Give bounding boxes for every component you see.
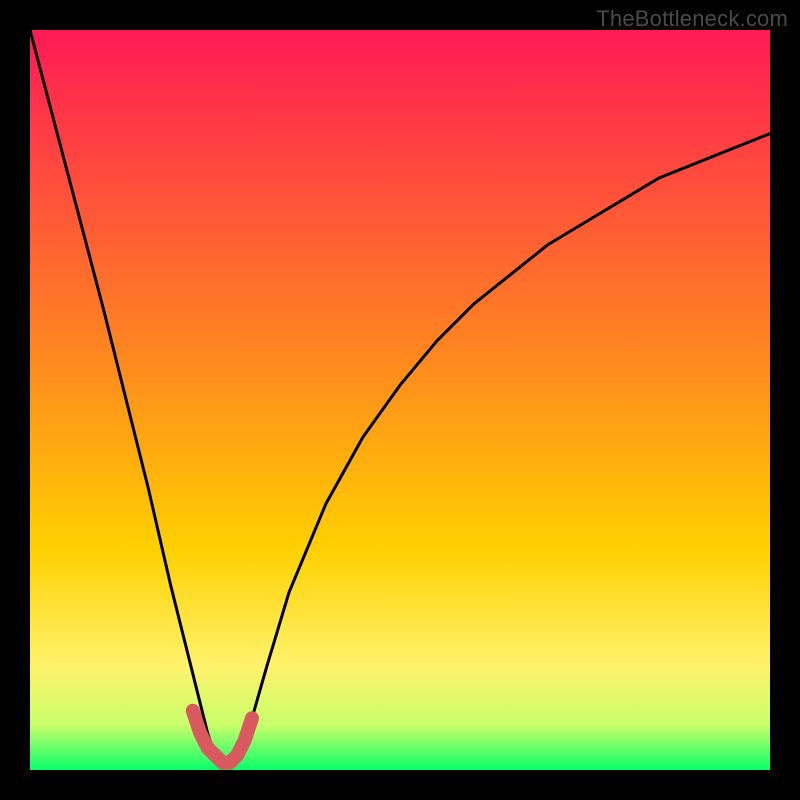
gradient-background bbox=[30, 30, 770, 770]
chart-container: TheBottleneck.com bbox=[0, 0, 800, 800]
plot-area bbox=[30, 30, 770, 770]
chart-svg bbox=[30, 30, 770, 770]
watermark-text: TheBottleneck.com bbox=[596, 6, 788, 32]
